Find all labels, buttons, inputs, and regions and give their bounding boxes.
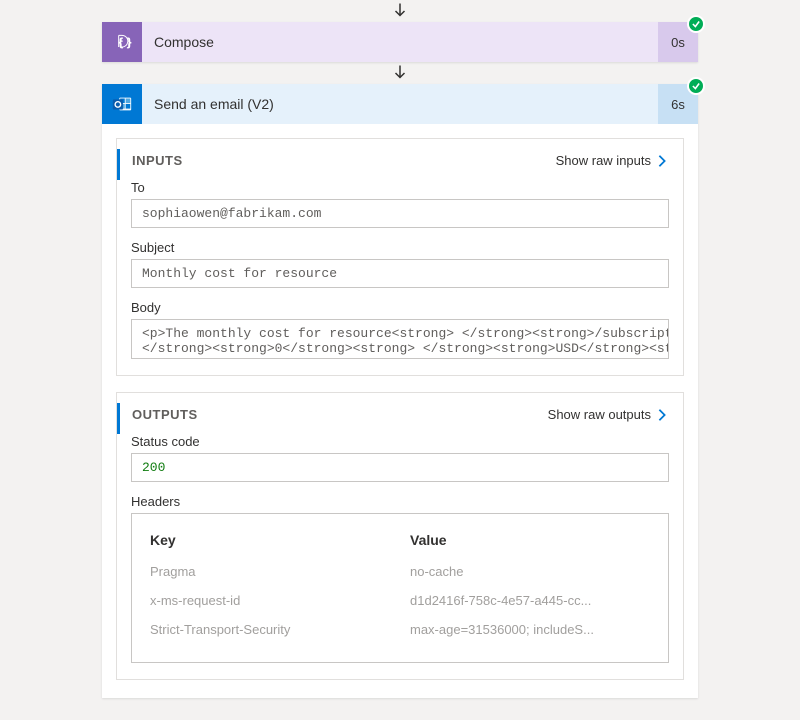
headers-table[interactable]: Key Value Pragma no-cache x-ms-request-id d…: [131, 513, 669, 663]
subject-value[interactable]: Monthly cost for resource: [131, 259, 669, 288]
action-title: Compose: [142, 22, 658, 62]
outlook-icon: [102, 84, 142, 124]
chevron-right-icon: [655, 408, 669, 422]
success-badge-icon: [687, 15, 705, 33]
show-raw-outputs-label: Show raw outputs: [548, 407, 651, 422]
inputs-panel: INPUTS Show raw inputs To sophiaowen@fab…: [116, 138, 684, 376]
inputs-title: INPUTS: [132, 153, 183, 168]
compose-icon: { }: [102, 22, 142, 62]
subject-label: Subject: [131, 240, 669, 255]
action-body: INPUTS Show raw inputs To sophiaowen@fab…: [102, 124, 698, 698]
headers-label: Headers: [131, 494, 669, 509]
action-card-compose[interactable]: { } Compose 0s: [102, 22, 698, 62]
show-raw-inputs-link[interactable]: Show raw inputs: [556, 153, 669, 168]
svg-text:{ }: { }: [118, 36, 132, 49]
status-code-value[interactable]: 200: [131, 453, 669, 482]
body-label: Body: [131, 300, 669, 315]
table-row-value: no-cache: [410, 564, 650, 593]
field-body: Body <p>The monthly cost for resource<st…: [131, 300, 669, 359]
action-header: Send an email (V2) 6s: [102, 84, 698, 124]
chevron-right-icon: [655, 154, 669, 168]
flow-run-details: { } Compose 0s Send an email (V2) 6s: [0, 0, 800, 720]
headers-col-value: Value: [410, 532, 650, 564]
body-value[interactable]: <p>The monthly cost for resource<strong>…: [131, 319, 669, 359]
table-row-key: Pragma: [150, 564, 390, 593]
table-row-value: max-age=31536000; includeS...: [410, 622, 650, 651]
outputs-title: OUTPUTS: [132, 407, 198, 422]
to-value[interactable]: sophiaowen@fabrikam.com: [131, 199, 669, 228]
field-to: To sophiaowen@fabrikam.com: [131, 180, 669, 228]
field-headers: Headers Key Value Pragma no-cache x-ms-req…: [131, 494, 669, 663]
table-row-value: d1d2416f-758c-4e57-a445-cc...: [410, 593, 650, 622]
success-badge-icon: [687, 77, 705, 95]
show-raw-inputs-label: Show raw inputs: [556, 153, 651, 168]
outputs-panel: OUTPUTS Show raw outputs Status code 200…: [116, 392, 684, 680]
action-card-send-email[interactable]: Send an email (V2) 6s INPUTS Show raw in…: [102, 84, 698, 698]
table-row-key: x-ms-request-id: [150, 593, 390, 622]
headers-col-key: Key: [150, 532, 390, 564]
show-raw-outputs-link[interactable]: Show raw outputs: [548, 407, 669, 422]
connector-arrow: [10, 0, 790, 22]
action-header: { } Compose 0s: [102, 22, 698, 62]
action-title: Send an email (V2): [142, 84, 658, 124]
field-status-code: Status code 200: [131, 434, 669, 482]
table-row-key: Strict-Transport-Security: [150, 622, 390, 651]
status-code-label: Status code: [131, 434, 669, 449]
to-label: To: [131, 180, 669, 195]
field-subject: Subject Monthly cost for resource: [131, 240, 669, 288]
connector-arrow: [10, 62, 790, 84]
